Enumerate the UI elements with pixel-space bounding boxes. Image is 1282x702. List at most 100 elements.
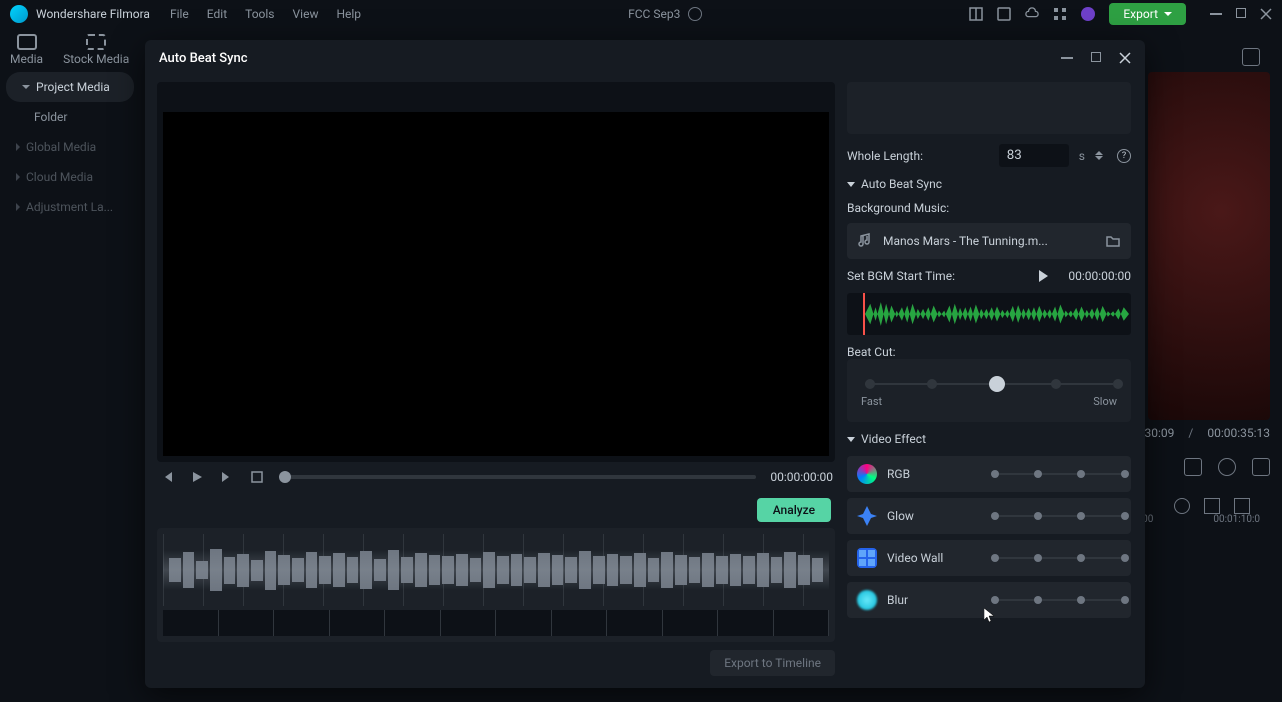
effect-label: Glow bbox=[887, 509, 914, 523]
section-video-effect[interactable]: Video Effect bbox=[847, 432, 1131, 446]
menu-edit[interactable]: Edit bbox=[207, 7, 227, 21]
sidebar-item-label: Project Media bbox=[36, 80, 110, 94]
effect-row-glow[interactable]: Glow bbox=[847, 498, 1131, 534]
chevron-down-icon bbox=[847, 437, 855, 442]
clips-placeholder bbox=[847, 82, 1131, 134]
beat-cut-slider[interactable] bbox=[865, 383, 1113, 385]
effect-label: Video Wall bbox=[887, 551, 943, 565]
stock-media-icon bbox=[86, 34, 106, 50]
effect-slider-blur[interactable] bbox=[991, 599, 1121, 601]
effect-slider-glow[interactable] bbox=[991, 515, 1121, 517]
minimize-icon[interactable] bbox=[1210, 13, 1222, 15]
menu-tools[interactable]: Tools bbox=[245, 7, 274, 21]
play-button[interactable] bbox=[189, 469, 205, 485]
time-separator: / bbox=[1188, 426, 1193, 440]
chevron-right-icon bbox=[16, 203, 20, 211]
preview-scrubber[interactable] bbox=[279, 475, 756, 479]
add-track-icon[interactable] bbox=[1174, 498, 1190, 514]
modal-title: Auto Beat Sync bbox=[159, 51, 248, 66]
tab-media[interactable]: Media bbox=[10, 34, 43, 66]
preview-total-time: 00:00:35:13 bbox=[1207, 426, 1270, 440]
folder-icon[interactable] bbox=[1105, 233, 1121, 249]
effect-row-rgb[interactable]: RGB bbox=[847, 456, 1131, 492]
preview-thumbnail bbox=[1148, 72, 1270, 420]
export-to-timeline-label: Export to Timeline bbox=[724, 656, 821, 670]
save-icon[interactable] bbox=[997, 7, 1011, 21]
modal-minimize-icon[interactable] bbox=[1061, 57, 1073, 59]
background-music-label: Background Music: bbox=[847, 201, 1131, 215]
bgm-start-time: 00:00:00:00 bbox=[1068, 269, 1131, 283]
sidebar-item-label: Cloud Media bbox=[26, 170, 93, 184]
whole-length-input[interactable] bbox=[999, 144, 1069, 167]
beat-fast-label: Fast bbox=[861, 395, 882, 408]
ruler-tick: 00:01:10:0 bbox=[1213, 514, 1260, 536]
sidebar-item-cloud-media[interactable]: Cloud Media bbox=[0, 162, 140, 192]
bgm-play-button[interactable] bbox=[1039, 270, 1048, 282]
media-icon bbox=[17, 34, 37, 50]
waveform-display[interactable] bbox=[163, 534, 829, 606]
app-name: Wondershare Filmora bbox=[36, 7, 150, 21]
app-logo-icon bbox=[10, 5, 28, 23]
sidebar-item-label: Global Media bbox=[26, 140, 96, 154]
analyze-button[interactable]: Analyze bbox=[757, 498, 831, 522]
close-icon[interactable] bbox=[1260, 8, 1272, 20]
project-name[interactable]: FCC Sep3 bbox=[628, 7, 680, 21]
chevron-down-icon bbox=[847, 182, 855, 187]
maximize-icon[interactable] bbox=[1236, 8, 1246, 18]
cloud-icon[interactable] bbox=[1025, 7, 1039, 21]
effect-row-blur[interactable]: Blur bbox=[847, 582, 1131, 618]
effect-slider-video-wall[interactable] bbox=[991, 557, 1121, 559]
effect-label: Blur bbox=[887, 593, 908, 607]
bgm-filename: Manos Mars - The Tunning.m... bbox=[883, 234, 1048, 248]
track-view-icon[interactable] bbox=[1204, 498, 1220, 514]
snapshot-icon[interactable] bbox=[1184, 458, 1202, 476]
bgm-start-marker[interactable] bbox=[863, 293, 865, 335]
history-icon[interactable] bbox=[688, 7, 702, 21]
effect-slider-rgb[interactable] bbox=[991, 473, 1121, 475]
beat-slow-label: Slow bbox=[1093, 395, 1117, 408]
whole-length-stepper[interactable] bbox=[1095, 147, 1107, 165]
sidebar-item-folder[interactable]: Folder bbox=[0, 102, 140, 132]
modal-close-icon[interactable] bbox=[1119, 52, 1131, 64]
preview-panel bbox=[1148, 72, 1270, 420]
chevron-right-icon bbox=[16, 173, 20, 181]
user-avatar[interactable] bbox=[1081, 7, 1095, 21]
audio-waveform-panel bbox=[157, 528, 835, 642]
stop-button[interactable] bbox=[249, 469, 265, 485]
sidebar-item-label: Adjustment La... bbox=[26, 200, 113, 214]
fullscreen-icon[interactable] bbox=[1252, 458, 1270, 476]
beat-cut-thumb[interactable] bbox=[989, 376, 1005, 392]
background-music-row: Manos Mars - The Tunning.m... bbox=[847, 223, 1131, 259]
sidebar-item-label: Folder bbox=[34, 110, 67, 124]
beat-markers-strip[interactable] bbox=[163, 610, 829, 636]
next-frame-button[interactable] bbox=[219, 469, 235, 485]
rgb-icon bbox=[857, 464, 877, 484]
effect-row-video-wall[interactable]: Video Wall bbox=[847, 540, 1131, 576]
modal-maximize-icon[interactable] bbox=[1091, 52, 1101, 62]
whole-length-unit: s bbox=[1079, 149, 1085, 163]
bgm-waveform[interactable] bbox=[847, 293, 1131, 335]
sidebar-item-global-media[interactable]: Global Media bbox=[0, 132, 140, 162]
layout-icon[interactable] bbox=[969, 7, 983, 21]
tab-stock-media[interactable]: Stock Media bbox=[63, 34, 129, 66]
help-icon[interactable]: ? bbox=[1117, 149, 1131, 163]
menu-view[interactable]: View bbox=[293, 7, 319, 21]
sidebar-item-project-media[interactable]: Project Media bbox=[6, 72, 134, 102]
apps-icon[interactable] bbox=[1053, 7, 1067, 21]
export-button[interactable]: Export bbox=[1109, 3, 1186, 25]
chevron-right-icon bbox=[16, 143, 20, 151]
preview-timecode: 00:00:00:00 bbox=[770, 470, 833, 484]
section-auto-beat-sync[interactable]: Auto Beat Sync bbox=[847, 177, 1131, 191]
blur-icon bbox=[857, 590, 877, 610]
preview-settings-icon[interactable] bbox=[1242, 48, 1260, 66]
volume-icon[interactable] bbox=[1218, 458, 1236, 476]
menu-file[interactable]: File bbox=[170, 7, 189, 21]
section-label: Auto Beat Sync bbox=[861, 177, 942, 191]
menu-help[interactable]: Help bbox=[336, 7, 361, 21]
music-note-icon bbox=[857, 233, 873, 249]
export-label: Export bbox=[1123, 7, 1158, 21]
track-options-icon[interactable] bbox=[1234, 498, 1250, 514]
prev-frame-button[interactable] bbox=[159, 469, 175, 485]
export-to-timeline-button[interactable]: Export to Timeline bbox=[710, 650, 835, 676]
sidebar-item-adjustment[interactable]: Adjustment La... bbox=[0, 192, 140, 222]
